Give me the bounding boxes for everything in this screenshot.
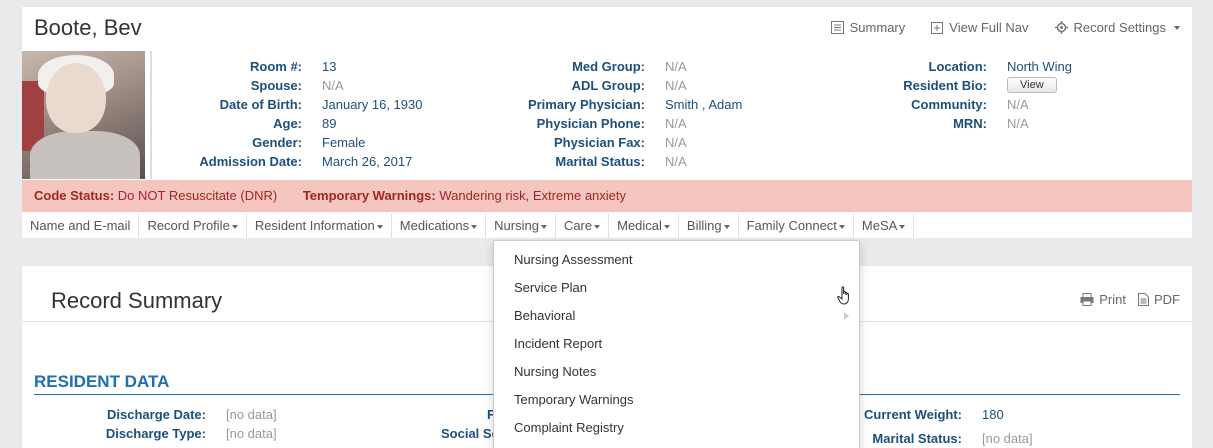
nav-item-family-connect[interactable]: Family Connect [739,214,854,238]
temporary-warnings-value: Wandering risk, Extreme anxiety [439,188,627,203]
info-row-adl-group: ADL Group: N/A [571,78,687,93]
rd-marital-status: Marital Status: [no data] [872,431,1033,446]
rd-current-weight: Current Weight: 180 [864,407,1004,422]
record-nav-bar: Name and E-mail Record Profile Resident … [22,214,1192,238]
nav-item-billing[interactable]: Billing [679,214,739,238]
resident-photo [22,51,145,179]
info-row-primary-physician: Primary Physician: Smith , Adam [527,97,743,112]
photo-divider [150,51,152,179]
rd-discharge-type: Discharge Type: [no data] [105,426,277,441]
summary-label: Summary [849,20,906,35]
view-full-nav-label: View Full Nav [949,20,1029,35]
chevron-down-icon [594,224,601,229]
code-status-value: Do NOT Resuscitate (DNR) [117,188,278,203]
pdf-button[interactable]: PDF [1138,292,1180,307]
nav-item-care[interactable]: Care [556,214,610,238]
record-summary-title: Record Summary [51,288,223,313]
summary-link[interactable]: Summary [830,20,906,35]
info-row-resident-bio: Resident Bio: View [855,76,1072,95]
chevron-down-icon [540,224,547,229]
chevron-right-icon [844,312,849,320]
list-icon [830,21,844,34]
info-row-physician-fax: Physician Fax: N/A [553,135,687,150]
nursing-dropdown-menu: Nursing Assessment Service Plan Behavior… [493,240,860,448]
chevron-down-icon [231,224,238,229]
nav-item-medications[interactable]: Medications [392,214,487,238]
chevron-down-icon [838,224,845,229]
info-row-spouse: Spouse: N/A [250,78,344,93]
hand-cursor-icon [837,286,849,305]
print-label: Print [1099,292,1126,307]
gear-icon [1054,21,1068,34]
chevron-down-icon [663,224,670,229]
menu-item-complaint-registry[interactable]: Complaint Registry [494,414,859,442]
info-row-marital-status: Marital Status: N/A [555,154,687,169]
view-full-nav-link[interactable]: View Full Nav [931,20,1029,35]
resident-bio-view-button[interactable]: View [1007,77,1057,93]
info-row-mrn: MRN: N/A [953,116,1029,131]
info-row-location: Location: North Wing [928,59,1073,74]
rd-partial-field-social: Social Se [441,426,499,441]
info-row-community: Community: N/A [911,97,1029,112]
nav-item-record-profile[interactable]: Record Profile [139,214,247,238]
resident-name: Boote, Bev [34,15,142,40]
print-button[interactable]: Print [1080,292,1126,307]
menu-item-temporary-warnings[interactable]: Temporary Warnings [494,386,859,414]
resident-info-column-3: Location: North Wing Resident Bio: View Co… [855,57,1072,133]
nav-item-medical[interactable]: Medical [609,214,679,238]
pdf-label: PDF [1154,292,1180,307]
chevron-down-icon [899,224,906,229]
info-row-dob: Date of Birth: January 16, 1930 [219,97,423,112]
code-status-label: Code Status: [34,188,115,203]
rd-discharge-date: Discharge Date: [no data] [107,407,277,422]
nav-item-nursing[interactable]: Nursing [486,214,556,238]
summary-actions: Print PDF [1080,292,1180,307]
record-settings-dropdown[interactable]: Record Settings [1054,20,1180,35]
resident-info-column-2: Med Group: N/A ADL Group: N/A Primary Phys… [505,57,742,171]
resident-data-heading: RESIDENT DATA [34,372,170,391]
menu-item-behavioral[interactable]: Behavioral [494,302,859,330]
nav-item-mesa[interactable]: MeSA [854,214,915,238]
info-row-admission-date: Admission Date: March 26, 2017 [199,154,413,169]
menu-item-service-plan[interactable]: Service Plan [494,274,859,302]
resident-info-column-1: Room #: 13 Spouse: N/A Date of Birth: Janua… [160,57,422,171]
alert-bar: Code Status: Do NOT Resuscitate (DNR) Te… [22,180,1192,212]
chevron-down-icon [723,224,730,229]
menu-item-incident-report[interactable]: Incident Report [494,330,859,358]
info-row-age: Age: 89 [273,116,337,131]
temporary-warnings-label: Temporary Warnings: [302,188,436,203]
chevron-down-icon [471,224,478,229]
plus-square-icon [931,21,944,34]
document-icon [1138,293,1149,306]
chevron-down-icon [376,224,383,229]
menu-item-nursing-notes[interactable]: Nursing Notes [494,358,859,386]
nav-item-resident-information[interactable]: Resident Information [247,214,392,238]
info-row-room: Room #: 13 [250,59,337,74]
top-actions: Summary View Full Nav Record Settings [830,20,1180,35]
menu-item-nursing-assessment[interactable]: Nursing Assessment [494,246,859,274]
info-row-gender: Gender: Female [252,135,366,150]
record-settings-label: Record Settings [1073,20,1167,35]
printer-icon [1080,293,1094,306]
info-row-physician-phone: Physician Phone: N/A [536,116,687,131]
nav-item-name-and-email[interactable]: Name and E-mail [22,214,140,238]
chevron-down-icon [1174,25,1180,30]
info-row-med-group: Med Group: N/A [572,59,687,74]
